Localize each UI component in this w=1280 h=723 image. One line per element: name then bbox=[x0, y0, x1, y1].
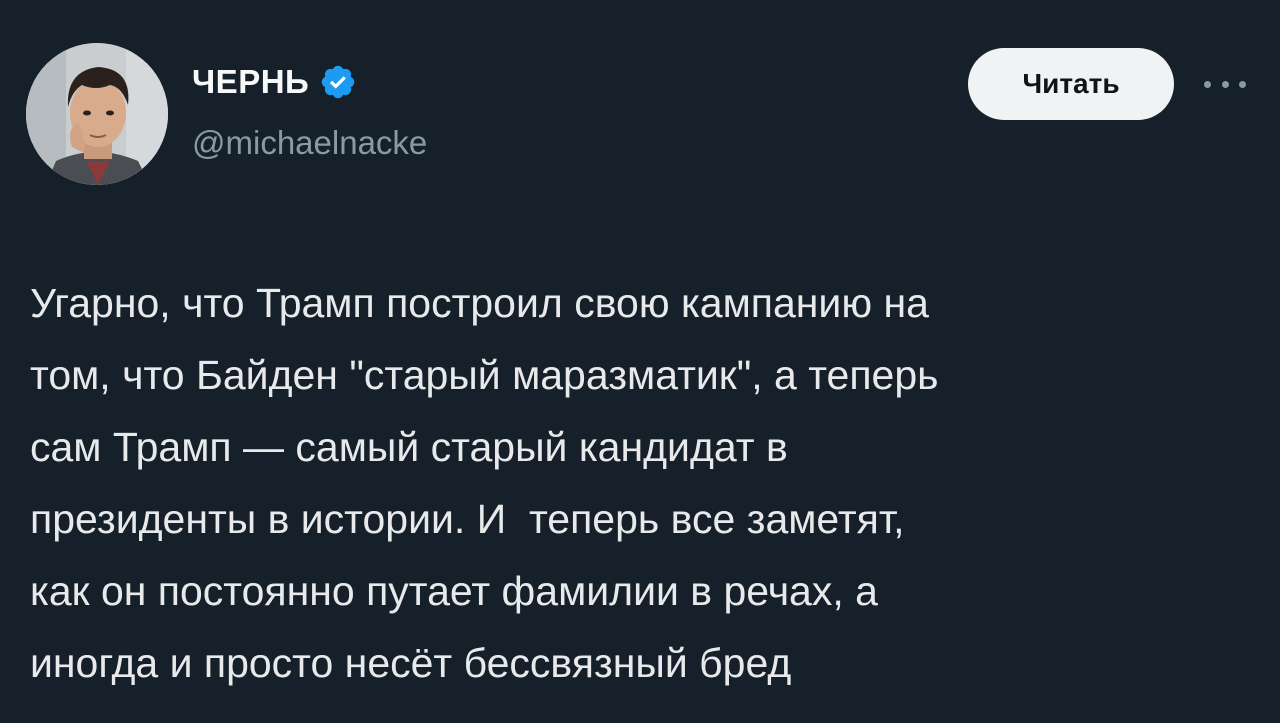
more-dot-icon bbox=[1221, 80, 1229, 88]
more-dot-icon bbox=[1204, 80, 1211, 88]
verified-badge-icon bbox=[322, 65, 355, 99]
tweet-card: ЧЕРНЬ @michaelnacke Читать Угарно, что Т… bbox=[0, 0, 1280, 723]
author-display-name[interactable]: ЧЕРНЬ bbox=[192, 63, 309, 101]
author-name-row: ЧЕРНЬ bbox=[192, 60, 357, 104]
follow-button[interactable]: Читать bbox=[968, 48, 1174, 120]
more-horizontal-icon[interactable] bbox=[1204, 76, 1246, 92]
author-handle[interactable]: @michaelnacke bbox=[192, 124, 427, 162]
tweet-text: Угарно, что Трамп построил свою кампанию… bbox=[30, 280, 939, 686]
more-dot-icon bbox=[1239, 80, 1246, 88]
author-avatar[interactable] bbox=[26, 43, 168, 185]
user-avatar-photo-icon bbox=[26, 43, 168, 185]
